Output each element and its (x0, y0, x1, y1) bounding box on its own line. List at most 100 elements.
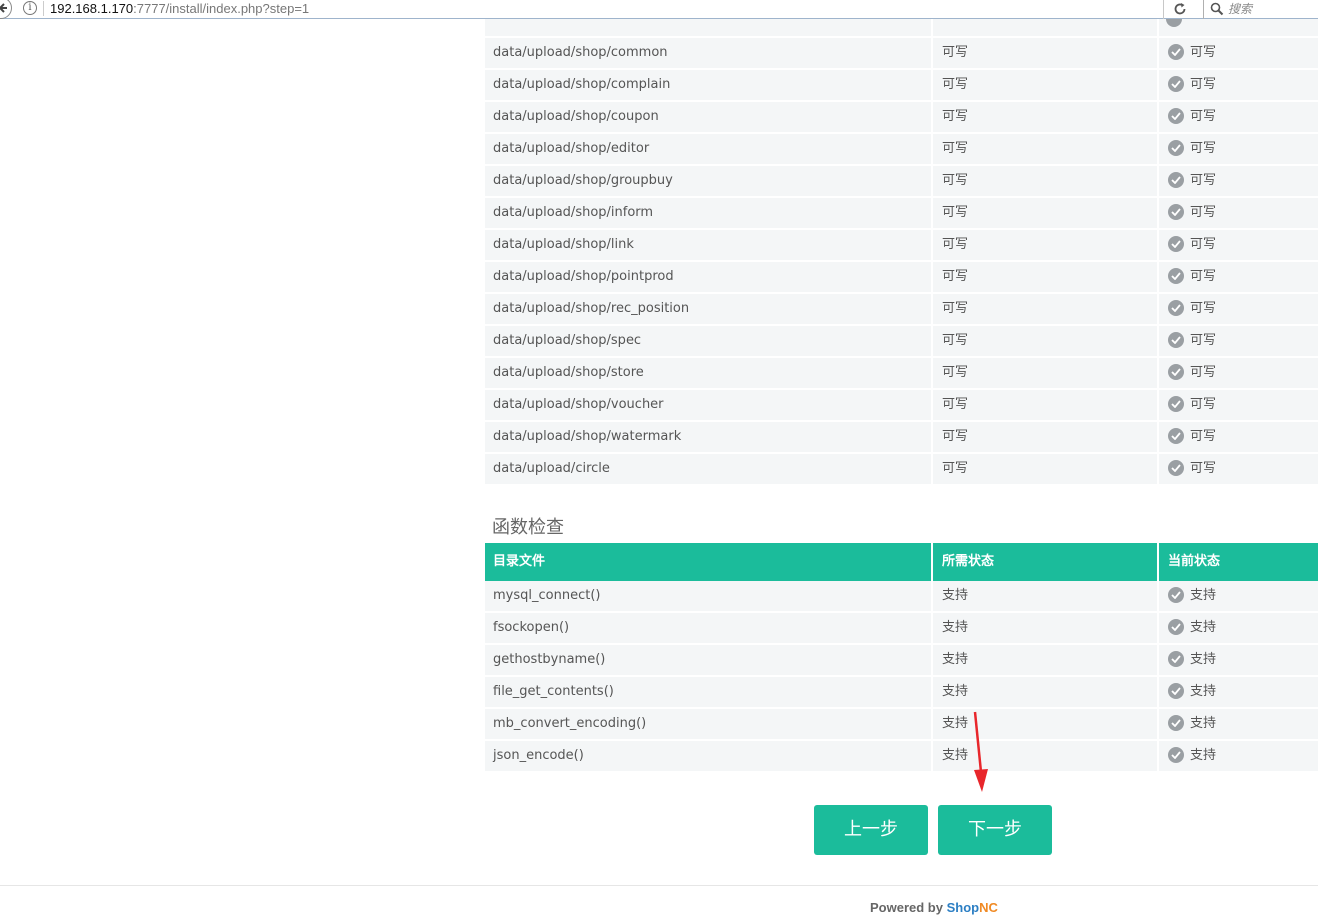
cell-name: data/upload/shop/spec (493, 333, 642, 348)
cell-name: data/upload/shop/watermark (493, 429, 682, 444)
table-row: mysql_connect() 支持 支持 (485, 581, 1318, 613)
table-row: data/upload/shop/common 可写 可写 (485, 38, 1318, 70)
cell-current: 可写 (1157, 262, 1318, 292)
current-status-label: 可写 (1190, 77, 1217, 92)
cell-name: data/upload/shop/complain (493, 77, 671, 92)
cell-current: 可写 (1157, 230, 1318, 260)
current-status-label: 可写 (1190, 173, 1217, 188)
cell-required: 可写 (931, 326, 1157, 356)
cell-required: 可写 (931, 390, 1157, 420)
current-status-label: 可写 (1190, 269, 1217, 284)
site-info-icon[interactable]: i (23, 1, 37, 15)
cell-name: data/upload/shop/common (493, 45, 668, 60)
function-rows: mysql_connect() 支持 支持 fsockopen() 支持 支持 gethos… (485, 581, 1318, 773)
check-circle-icon (1168, 619, 1184, 635)
table-row: fsockopen() 支持 支持 (485, 613, 1318, 645)
cell-name: data/upload/shop/store (493, 365, 644, 380)
back-arrow-icon (0, 3, 7, 13)
cell-required: 支持 (931, 677, 1157, 707)
check-circle-icon (1168, 140, 1184, 156)
current-status-label: 支持 (1190, 684, 1217, 699)
footer-divider (0, 885, 1318, 886)
check-circle-icon (1168, 396, 1184, 412)
cell-required: 可写 (931, 102, 1157, 132)
cell-name: data/upload/shop/coupon (493, 109, 659, 124)
check-circle-icon (1168, 76, 1184, 92)
cell-name: data/upload/shop/editor (493, 141, 650, 156)
url-field[interactable]: 192.168.1.170:7777/install/index.php?ste… (50, 2, 309, 16)
check-circle-icon (1168, 44, 1184, 60)
current-status-label: 可写 (1190, 109, 1217, 124)
current-status-label: 支持 (1190, 652, 1217, 667)
cell-current: 支持 (1157, 741, 1318, 771)
brand-shop-text[interactable]: Shop (947, 900, 980, 915)
cell-required: 可写 (931, 454, 1157, 484)
cell-current: 可写 (1157, 294, 1318, 324)
section-title-function-check: 函数检查 (492, 517, 564, 538)
cell-current: 支持 (1157, 613, 1318, 643)
cell-current: 可写 (1157, 166, 1318, 196)
current-status-label: 可写 (1190, 397, 1217, 412)
cell-name: data/upload/shop/groupbuy (493, 173, 673, 188)
table-row: data/upload/shop/store 可写 可写 (485, 358, 1318, 390)
check-circle-icon (1168, 747, 1184, 763)
reload-button[interactable] (1163, 0, 1195, 19)
cell-name: data/upload/shop/pointprod (493, 269, 674, 284)
search-box[interactable] (1203, 0, 1318, 19)
cell-name: data/upload/circle (493, 461, 610, 476)
prev-step-button[interactable]: 上一步 (814, 805, 928, 855)
back-button[interactable] (0, 0, 12, 19)
header-file: 目录文件 (493, 554, 546, 569)
check-circle-icon (1168, 651, 1184, 667)
cell-current: 可写 (1157, 70, 1318, 100)
current-status-label: 可写 (1190, 365, 1217, 380)
annotation-arrow-icon (973, 711, 988, 792)
check-circle-icon (1168, 364, 1184, 380)
function-check-table: 目录文件 所需状态 当前状态 mysql_connect() 支持 支持 fsocko… (485, 543, 1318, 773)
current-status-label: 可写 (1190, 301, 1217, 316)
table-row: data/upload/shop/link 可写 可写 (485, 230, 1318, 262)
table-row: data/upload/shop/editor 可写 可写 (485, 134, 1318, 166)
address-bar: i 192.168.1.170:7777/install/index.php?s… (0, 0, 1318, 19)
current-status-label: 支持 (1190, 748, 1217, 763)
table-row-partial (485, 19, 1318, 36)
check-circle-icon (1168, 332, 1184, 348)
cell-name: gethostbyname() (493, 652, 606, 667)
cell-current: 可写 (1157, 102, 1318, 132)
current-status-label: 支持 (1190, 588, 1217, 603)
cell-current: 支持 (1157, 677, 1318, 707)
next-step-button[interactable]: 下一步 (938, 805, 1052, 855)
cell-current: 可写 (1157, 422, 1318, 452)
cell-name: data/upload/shop/rec_position (493, 301, 690, 316)
current-status-label: 支持 (1190, 716, 1217, 731)
search-input[interactable] (1228, 1, 1316, 17)
url-host: 192.168.1.170 (50, 1, 134, 16)
brand-nc-text[interactable]: NC (979, 900, 998, 915)
cell-name: data/upload/shop/link (493, 237, 634, 252)
cell-required: 支持 (931, 613, 1157, 643)
cell-required: 可写 (931, 294, 1157, 324)
check-circle-icon (1168, 587, 1184, 603)
table-row: gethostbyname() 支持 支持 (485, 645, 1318, 677)
cell-required: 可写 (931, 358, 1157, 388)
table-row: data/upload/circle 可写 可写 (485, 454, 1318, 486)
cell-required: 支持 (931, 581, 1157, 611)
current-status-label: 可写 (1190, 205, 1217, 220)
header-current: 当前状态 (1157, 543, 1318, 581)
cell-required: 支持 (931, 645, 1157, 675)
cell-required: 可写 (931, 230, 1157, 260)
cell-current: 支持 (1157, 709, 1318, 739)
table-row: data/upload/shop/coupon 可写 可写 (485, 102, 1318, 134)
check-circle-icon (1168, 204, 1184, 220)
cell-current: 可写 (1157, 358, 1318, 388)
cell-current: 可写 (1157, 198, 1318, 228)
table-row: data/upload/shop/complain 可写 可写 (485, 70, 1318, 102)
current-status-label: 支持 (1190, 620, 1217, 635)
table-row: data/upload/shop/rec_position 可写 可写 (485, 294, 1318, 326)
cell-name: data/upload/shop/voucher (493, 397, 664, 412)
check-circle-icon (1168, 108, 1184, 124)
table-row: file_get_contents() 支持 支持 (485, 677, 1318, 709)
check-circle-icon (1166, 19, 1182, 27)
table-row: data/upload/shop/groupbuy 可写 可写 (485, 166, 1318, 198)
cell-current: 支持 (1157, 581, 1318, 611)
